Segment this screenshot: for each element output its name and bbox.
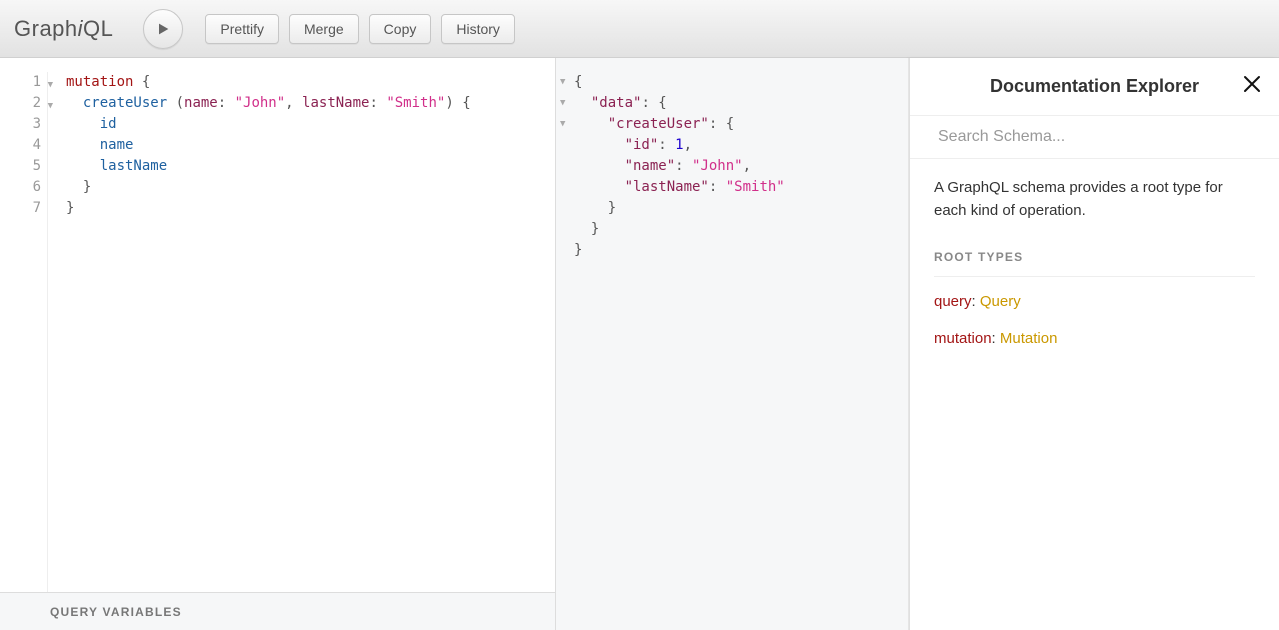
fold-icon[interactable]: ▼	[48, 96, 53, 117]
result-gutter: ▼ ▼ ▼	[556, 72, 572, 630]
query-editor-panel: 1▼ 2▼ 3 4 5 6 7 mutation { createUser (n…	[0, 58, 556, 630]
fold-icon[interactable]: ▼	[556, 93, 572, 114]
doc-title: Documentation Explorer	[928, 76, 1261, 97]
type-link-mutation[interactable]: Mutation	[1000, 330, 1058, 347]
copy-button[interactable]: Copy	[369, 14, 432, 44]
close-icon[interactable]	[1243, 75, 1261, 99]
documentation-explorer: Documentation Explorer A GraphQL schema …	[909, 58, 1279, 630]
prettify-button[interactable]: Prettify	[205, 14, 279, 44]
app-logo: GraphiQL	[14, 16, 113, 42]
doc-description: A GraphQL schema provides a root type fo…	[934, 177, 1255, 222]
result-code: { "data": { "createUser": { "id": 1, "na…	[572, 72, 908, 630]
execute-button[interactable]	[143, 9, 183, 49]
toolbar: GraphiQL Prettify Merge Copy History	[0, 0, 1279, 58]
root-types-heading: ROOT TYPES	[934, 248, 1255, 277]
fold-icon[interactable]: ▼	[556, 114, 572, 135]
fold-icon[interactable]: ▼	[556, 72, 572, 93]
root-type-mutation: mutation: Mutation	[934, 328, 1255, 351]
root-type-query: query: Query	[934, 291, 1255, 314]
line-gutter: 1▼ 2▼ 3 4 5 6 7	[0, 72, 48, 592]
query-variables-bar[interactable]: QUERY VARIABLES	[0, 592, 555, 630]
play-icon	[155, 21, 171, 37]
history-button[interactable]: History	[441, 14, 515, 44]
schema-search-input[interactable]	[910, 116, 1279, 159]
query-code[interactable]: mutation { createUser (name: "John", las…	[48, 72, 555, 592]
merge-button[interactable]: Merge	[289, 14, 359, 44]
type-link-query[interactable]: Query	[980, 293, 1021, 310]
fold-icon[interactable]: ▼	[48, 75, 53, 96]
query-editor[interactable]: 1▼ 2▼ 3 4 5 6 7 mutation { createUser (n…	[0, 58, 555, 592]
result-panel: ▼ ▼ ▼ { "data": { "createUser": { "id": …	[556, 58, 909, 630]
